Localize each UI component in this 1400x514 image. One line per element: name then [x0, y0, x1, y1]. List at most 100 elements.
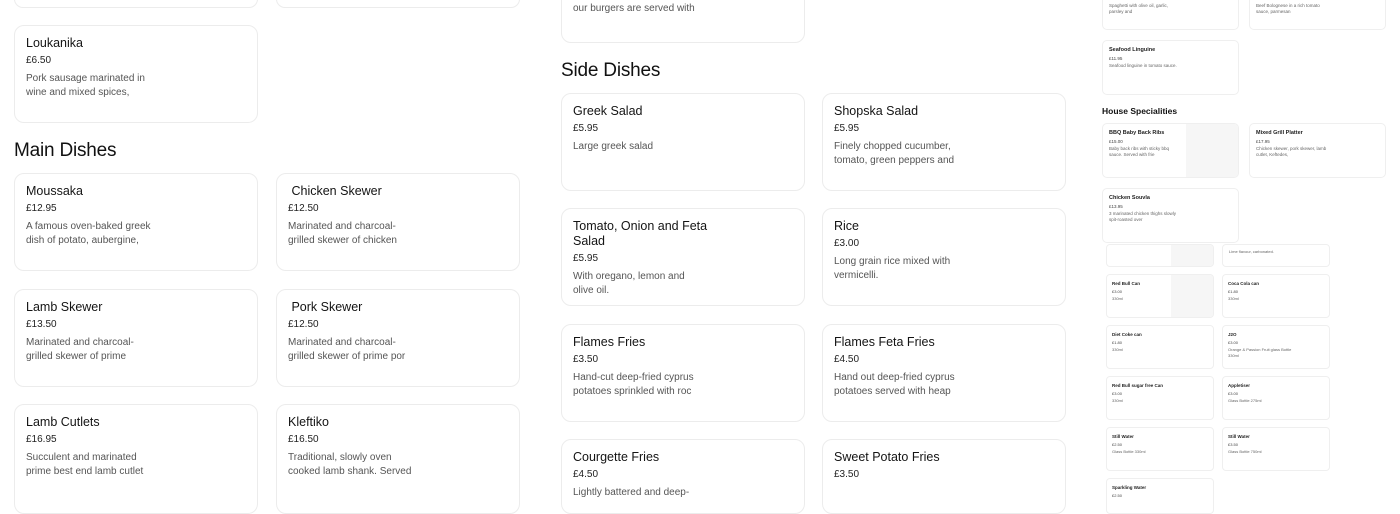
menu-item-chicken-skewer[interactable]: Chicken Skewer £12.50 Marinated and char…: [276, 173, 520, 271]
item-price: £3.00: [1112, 391, 1123, 396]
section-heading-side-dishes: Side Dishes: [561, 60, 661, 81]
item-name: Sweet Potato Fries: [834, 450, 940, 464]
mini-drink-coca-cola[interactable]: Coca Cola can £1.80 330ml: [1222, 274, 1330, 318]
menu-item-pork-skewer[interactable]: Pork Skewer £12.50 Marinated and charcoa…: [276, 289, 520, 387]
item-price: £2.50: [1112, 493, 1123, 498]
item-price: £15.00: [1109, 139, 1123, 144]
menu-item-flames-feta-fries[interactable]: Flames Feta Fries £4.50 Hand out deep-fr…: [822, 324, 1066, 422]
mini-drink-j2o[interactable]: J2O £3.00 Orange & Passion Fruit glass B…: [1222, 325, 1330, 369]
item-price: £16.95: [26, 434, 57, 445]
item-price: £11.95: [1109, 56, 1123, 61]
item-name: Kleftiko: [288, 415, 329, 429]
item-description: Hand out deep-fried cyprus potatoes serv…: [834, 372, 955, 397]
item-description: Marinated and charcoal-grilled skewer of…: [288, 337, 406, 362]
item-name: Courgette Fries: [573, 450, 660, 464]
item-price: £6.50: [26, 55, 52, 66]
item-description: our burgers are served with: [573, 3, 695, 14]
menu-item-card[interactable]: [14, 0, 258, 8]
menu-item-rice[interactable]: Rice £3.00 Long grain rice mixed with ve…: [822, 208, 1066, 306]
mini-drink-diet-coke[interactable]: Diet Coke can £1.80 330ml: [1106, 325, 1214, 369]
item-description: Hand-cut deep-fried cyprus potatoes spri…: [573, 372, 694, 397]
item-description: 330ml: [1112, 347, 1123, 352]
mini-drink-red-bull-sugar-free[interactable]: Red Bull sugar free Can £3.00 330ml: [1106, 376, 1214, 420]
menu-item-lamb-cutlets[interactable]: Lamb Cutlets £16.95 Succulent and marina…: [14, 404, 258, 514]
item-name: Chicken Skewer: [288, 184, 382, 198]
mini-item-seafood-linguine[interactable]: Seafood Linguine £11.95 Seafood linguine…: [1102, 40, 1239, 95]
item-price: £3.00: [834, 238, 860, 249]
mini-drink-sparkling-water[interactable]: Sparkling Water £2.50: [1106, 478, 1214, 514]
item-name: Pork Skewer: [288, 300, 363, 314]
item-name: Shopska Salad: [834, 104, 919, 118]
item-description: Glass Bottle 750ml: [1228, 449, 1262, 454]
item-name: Mixed Grill Platter: [1256, 130, 1303, 136]
mini-item-bbq-ribs[interactable]: BBQ Baby Back Ribs £15.00 Baby back ribs…: [1102, 123, 1239, 178]
item-price: £4.50: [573, 469, 599, 480]
item-description: Marinated and charcoal-grilled skewer of…: [288, 221, 397, 246]
item-description: Traditional, slowly oven cooked lamb sha…: [288, 452, 412, 477]
item-name: J2O: [1228, 332, 1237, 337]
item-description: 330ml: [1228, 296, 1239, 301]
mini-menu-card[interactable]: Spaghetti with olive oil, garlic, parsle…: [1102, 0, 1239, 30]
item-price: £12.50: [288, 203, 319, 214]
item-name: Red Bull Can: [1112, 281, 1141, 286]
item-description: Lime flavour, carbonated.: [1229, 249, 1274, 254]
menu-item-burger[interactable]: our burgers are served with: [561, 0, 805, 43]
menu-item-tomato-onion-feta-salad[interactable]: Tomato, Onion and Feta Salad £5.95 With …: [561, 208, 805, 306]
menu-item-loukanika[interactable]: Loukanika £6.50 Pork sausage marinated i…: [14, 25, 258, 123]
item-image: [1171, 245, 1213, 266]
item-description: Pork sausage marinated in wine and mixed…: [26, 73, 145, 98]
menu-item-kleftiko[interactable]: Kleftiko £16.50 Traditional, slowly oven…: [276, 404, 520, 514]
item-description: Seafood linguine in tomato sauce.: [1109, 63, 1177, 68]
mini-item-chicken-souvla[interactable]: Chicken Souvla £13.95 3 marinated chicke…: [1102, 188, 1239, 243]
item-price: £5.95: [834, 123, 860, 134]
menu-item-sweet-potato-fries[interactable]: Sweet Potato Fries £3.50: [822, 439, 1066, 514]
item-name: Red Bull sugar free Can: [1112, 383, 1164, 388]
item-price: £3.50: [573, 354, 599, 365]
item-description: Baby back ribs with sticky bbq sauce. Se…: [1109, 146, 1170, 157]
item-name: Greek Salad: [573, 104, 643, 118]
item-description: Long grain rice mixed with vermicelli.: [834, 256, 951, 281]
item-name: Flames Feta Fries: [834, 335, 935, 349]
item-name: BBQ Baby Back Ribs: [1109, 130, 1165, 136]
item-description: Large greek salad: [573, 141, 654, 152]
item-price: £5.95: [573, 123, 599, 134]
item-description: Spaghetti with olive oil, garlic, parsle…: [1109, 3, 1169, 14]
menu-item-lamb-skewer[interactable]: Lamb Skewer £13.50 Marinated and charcoa…: [14, 289, 258, 387]
item-price: £17.95: [1256, 139, 1270, 144]
item-price: £3.00: [1112, 289, 1123, 294]
item-description: 3 marinated chicken thighs slowly spit-r…: [1109, 211, 1177, 222]
item-name: Tomato, Onion and Feta Salad: [573, 219, 708, 248]
menu-item-greek-salad[interactable]: Greek Salad £5.95 Large greek salad: [561, 93, 805, 191]
menu-item-courgette-fries[interactable]: Courgette Fries £4.50 Lightly battered a…: [561, 439, 805, 514]
item-price: £12.95: [26, 203, 57, 214]
item-price: £3.00: [1228, 391, 1239, 396]
mini-drink-card[interactable]: Lime flavour, carbonated.: [1222, 244, 1330, 267]
item-price: £1.80: [1112, 340, 1123, 345]
menu-item-flames-fries[interactable]: Flames Fries £3.50 Hand-cut deep-fried c…: [561, 324, 805, 422]
menu-item-shopska-salad[interactable]: Shopska Salad £5.95 Finely chopped cucum…: [822, 93, 1066, 191]
item-description: A famous oven-baked greek dish of potato…: [26, 221, 151, 246]
mini-drink-still-water-750[interactable]: Still Water £3.50 Glass Bottle 750ml: [1222, 427, 1330, 471]
mini-drink-appletiser[interactable]: Appletiser £3.00 Glass Bottle 275ml: [1222, 376, 1330, 420]
mini-drink-red-bull[interactable]: Red Bull Can £3.00 330ml: [1106, 274, 1214, 318]
menu-item-moussaka[interactable]: Moussaka £12.95 A famous oven-baked gree…: [14, 173, 258, 271]
menu-item-card[interactable]: [276, 0, 520, 8]
item-price: £12.50: [288, 319, 319, 330]
item-name: Still Water: [1112, 434, 1134, 439]
item-description: Glass Bottle 275ml: [1228, 398, 1262, 403]
item-name: Diet Coke can: [1112, 332, 1142, 337]
section-heading-main-dishes: Main Dishes: [14, 140, 117, 161]
item-price: £16.50: [288, 434, 319, 445]
item-name: Still Water: [1228, 434, 1250, 439]
item-name: Lamb Cutlets: [26, 415, 100, 429]
item-price: £4.50: [834, 354, 860, 365]
item-name: Appletiser: [1228, 383, 1251, 388]
item-name: Loukanika: [26, 36, 83, 50]
item-name: Seafood Linguine: [1109, 47, 1156, 53]
item-description: Succulent and marinated prime best end l…: [26, 452, 144, 477]
mini-item-mixed-grill[interactable]: Mixed Grill Platter £17.95 Chicken skewe…: [1249, 123, 1386, 178]
mini-drink-card[interactable]: [1106, 244, 1214, 267]
mini-drink-still-water-330[interactable]: Still Water £2.50 Glass Bottle 330ml: [1106, 427, 1214, 471]
item-price: £3.50: [1228, 442, 1239, 447]
mini-menu-card[interactable]: Beef Bolognese in a rich tomato sauce, p…: [1249, 0, 1386, 30]
